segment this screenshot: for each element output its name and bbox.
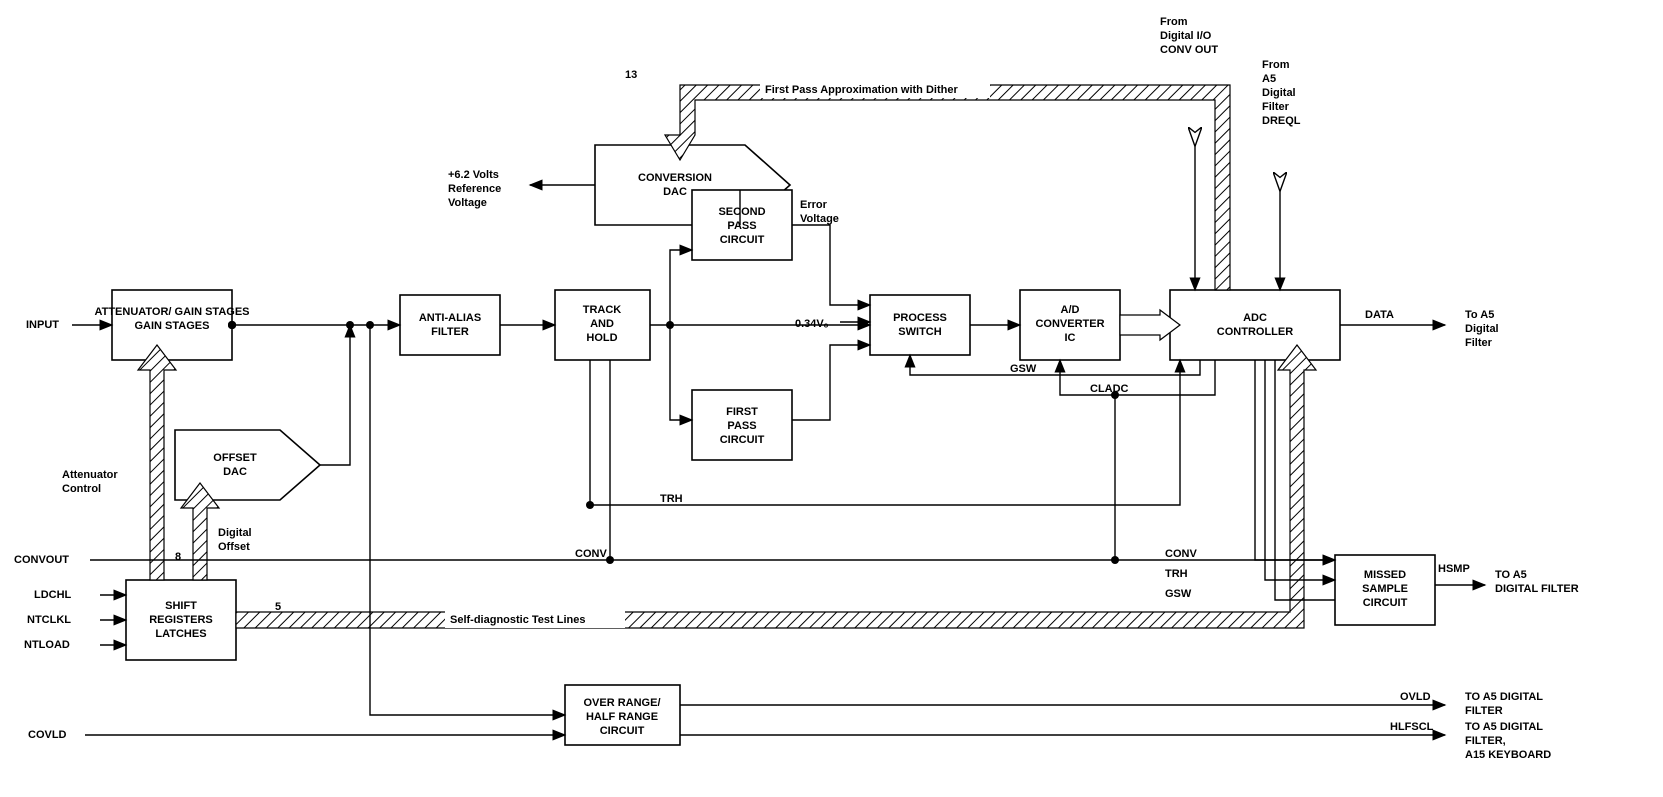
block-anti-alias: ANTI-ALIASFILTER	[400, 295, 500, 355]
attenuator-label: ATTENUATOR/ GAIN STAGES	[94, 306, 249, 318]
label-hlfscl: HLFSCL	[1390, 721, 1434, 733]
label-self-diag: Self-diagnostic Test Lines	[450, 614, 586, 626]
block-process-switch: PROCESSSWITCH	[870, 295, 970, 355]
label-ntload: NTLOAD	[24, 639, 70, 651]
svg-text:TO A5 DIGITALFILTER: TO A5 DIGITALFILTER	[1465, 691, 1543, 717]
label-034v: 0.34Vₒ	[795, 318, 829, 330]
label-trh-2: TRH	[1165, 568, 1188, 580]
block-adc-ic: A/DCONVERTERIC	[1020, 290, 1120, 360]
label-data: DATA	[1365, 309, 1394, 321]
svg-text:AttenuatorControl: AttenuatorControl	[62, 469, 118, 495]
svg-text:FromDigital I/OCONV OUT: FromDigital I/OCONV OUT	[1160, 16, 1218, 56]
block-attenuator: ATTENUATOR/ GAIN STAGESGAIN STAGES	[94, 290, 249, 360]
label-conv-2: CONV	[1165, 548, 1197, 560]
svg-text:TO A5 DIGITALFILTER,A15 KEYBOA: TO A5 DIGITALFILTER,A15 KEYBOARD	[1465, 721, 1551, 761]
label-gsw: GSW	[1010, 363, 1037, 375]
block-over-range: OVER RANGE/HALF RANGECIRCUIT	[565, 685, 680, 745]
svg-text:FromA5DigitalFilterDREQL: FromA5DigitalFilterDREQL	[1262, 59, 1301, 127]
label-covld: COVLD	[28, 729, 67, 741]
label-13: 13	[625, 69, 637, 81]
label-error-voltage: Error	[800, 199, 828, 211]
label-5: 5	[275, 601, 281, 613]
label-input: INPUT	[26, 319, 59, 331]
svg-text:ErrorVoltage: ErrorVoltage	[800, 199, 839, 225]
label-first-pass-dither: First Pass Approximation with Dither	[765, 84, 958, 96]
block-shift-registers: SHIFTREGISTERSLATCHES	[126, 580, 236, 660]
label-ovld: OVLD	[1400, 691, 1431, 703]
label-conv: CONV	[575, 548, 607, 560]
block-second-pass: SECONDPASSCIRCUIT	[692, 190, 792, 260]
block-adc-controller: ADCCONTROLLER	[1170, 290, 1340, 360]
label-hsmp-dest: TO A5	[1495, 569, 1527, 581]
label-cladc: CLADC	[1090, 383, 1129, 395]
label-ntclkl: NTCLKL	[27, 614, 71, 626]
label-ovld-dest: TO A5 DIGITAL	[1465, 691, 1543, 703]
label-data-dest: To A5	[1465, 309, 1494, 321]
block-missed-sample: MISSEDSAMPLECIRCUIT	[1335, 555, 1435, 625]
block-first-pass: FIRSTPASSCIRCUIT	[692, 390, 792, 460]
label-ldchl: LDCHL	[34, 589, 72, 601]
label-from-a5: From	[1262, 59, 1290, 71]
label-ref-voltage: +6.2 Volts	[448, 169, 499, 181]
label-convout: CONVOUT	[14, 554, 69, 566]
label-from-dio: From	[1160, 16, 1188, 28]
block-track-hold: TRACKANDHOLD	[555, 290, 650, 360]
label-8: 8	[175, 551, 181, 563]
label-trh: TRH	[660, 493, 683, 505]
label-gsw-2: GSW	[1165, 588, 1192, 600]
label-digital-offset: Digital	[218, 527, 252, 539]
label-hsmp: HSMP	[1438, 563, 1470, 575]
svg-text:TO A5DIGITAL FILTER: TO A5DIGITAL FILTER	[1495, 569, 1579, 595]
bus-attenuator-control	[138, 345, 176, 580]
bus-self-diagnostic	[236, 345, 1316, 628]
svg-text:+6.2 VoltsReferenceVoltage: +6.2 VoltsReferenceVoltage	[448, 169, 501, 209]
label-hlfscl-dest: TO A5 DIGITAL	[1465, 721, 1543, 733]
label-atten-control: Attenuator	[62, 469, 118, 481]
svg-text:To A5DigitalFilter: To A5DigitalFilter	[1465, 309, 1499, 349]
svg-text:DigitalOffset: DigitalOffset	[218, 527, 252, 553]
svg-text:MISSEDSAMPLECIRCUIT: MISSEDSAMPLECIRCUIT	[1362, 569, 1408, 609]
